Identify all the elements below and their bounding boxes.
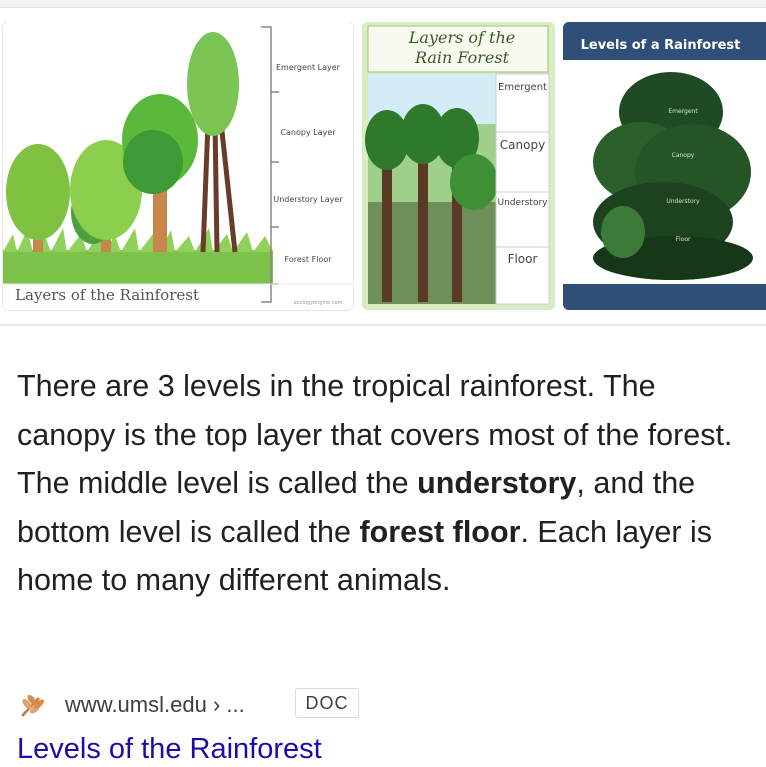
layer-label-emergent: Emergent Layer [276, 63, 340, 72]
snippet-bold-forest-floor: forest floor [359, 514, 521, 549]
poster-label-emergent: Emergent [498, 82, 547, 93]
poster-label-floor: Floor [507, 252, 538, 266]
source-url[interactable]: www.umsl.edu › ... [65, 692, 245, 718]
image-carousel: Emergent Layer Canopy Layer Understory L… [0, 22, 766, 312]
layer-label-forest-floor: Forest Floor [284, 255, 332, 264]
result-title-link[interactable]: Levels of the Rainforest [17, 733, 322, 766]
wheat-logo-icon [21, 695, 44, 717]
section-divider [0, 324, 766, 326]
level-floor: Floor [675, 236, 691, 243]
poster-title-line2: Rain Forest [414, 48, 510, 67]
layer-label-canopy: Canopy Layer [280, 128, 336, 137]
image-thumbnail-1[interactable]: Emergent Layer Canopy Layer Understory L… [3, 22, 353, 310]
image-credit: ecologyengine.com [293, 300, 343, 306]
layer-label-understory: Understory Layer [273, 195, 343, 204]
source-row[interactable]: www.umsl.edu › ... DOC [17, 686, 417, 722]
level-emergent: Emergent [668, 108, 698, 115]
file-type-badge: DOC [295, 688, 359, 718]
level-understory: Understory [666, 198, 700, 205]
poster-label-understory: Understory [497, 198, 548, 208]
image-thumbnail-2[interactable]: Layers of the Rain Forest Emergent Canop… [362, 22, 555, 310]
top-divider [0, 0, 766, 8]
chart-title: Levels of a Rainforest [580, 38, 741, 53]
poster-title-line1: Layers of the [408, 28, 516, 47]
snippet-bold-understory: understory [417, 466, 577, 500]
answer-snippet: There are 3 levels in the tropical rainf… [17, 362, 747, 605]
image-caption: Layers of the Rainforest [15, 286, 199, 304]
poster-label-canopy: Canopy [499, 138, 546, 152]
level-canopy: Canopy [671, 152, 695, 159]
image-thumbnail-3[interactable]: Levels of a Rainforest Emergent Canopy U… [563, 22, 766, 310]
rainforest-levels-chart [563, 22, 766, 310]
